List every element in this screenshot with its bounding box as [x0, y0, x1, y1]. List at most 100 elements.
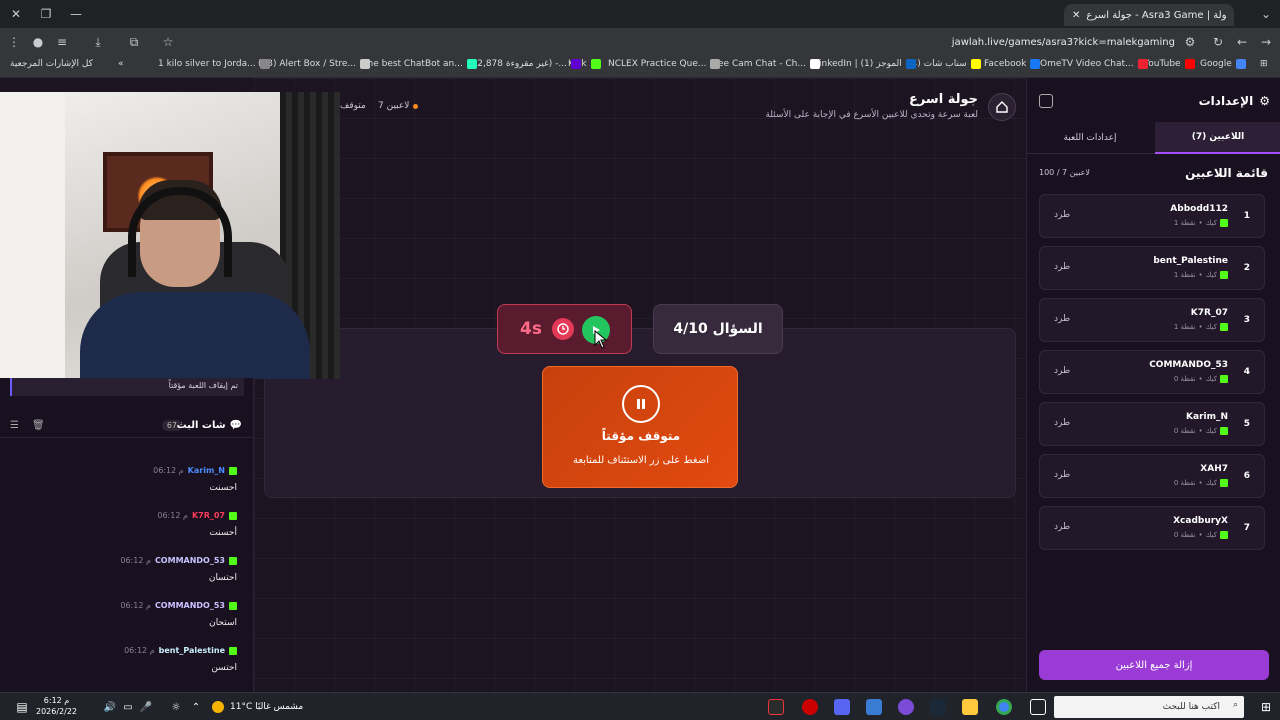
player-card: 7 XcadburyX 0 نقطة • كيك طرد	[1039, 506, 1265, 550]
menu-icon[interactable]: ⋮	[4, 32, 24, 52]
apps-icon[interactable]: ⊞	[1260, 59, 1268, 69]
chat-settings-icon[interactable]: ☰	[10, 420, 19, 431]
media-icon[interactable]: ≡	[52, 32, 72, 52]
chevron-up-icon[interactable]: ⌃	[186, 697, 206, 717]
bookmark-item[interactable]: YouTube	[1144, 59, 1195, 69]
bookmark-item[interactable]: Facebook	[984, 59, 1041, 69]
player-card: 1 Abbodd112 1 نقطة • كيك طرد	[1039, 194, 1265, 238]
bookmark-star-icon[interactable]: ☆	[158, 32, 178, 52]
forward-icon[interactable]: →	[1256, 32, 1276, 52]
bookmark-item[interactable]: Google	[1200, 59, 1246, 69]
bookmark-favicon-icon	[1235, 59, 1246, 69]
extensions-icon[interactable]: ⧉	[124, 32, 144, 52]
collapse-panel-icon[interactable]	[1039, 94, 1053, 108]
tab-search-icon[interactable]: ⌄	[1256, 4, 1276, 24]
kick-player-button[interactable]: طرد	[1054, 262, 1070, 272]
minimize-window-icon[interactable]: —	[66, 4, 86, 24]
profile-icon[interactable]: ●	[28, 32, 48, 52]
player-rank: 6	[1243, 471, 1250, 481]
kick-player-button[interactable]: طرد	[1054, 470, 1070, 480]
task-view-icon[interactable]	[1030, 699, 1046, 715]
reload-icon[interactable]: ↻	[1208, 32, 1228, 52]
player-platform: كيك	[1205, 427, 1217, 435]
chat-username[interactable]: bent_Palestine	[159, 646, 225, 655]
taskbar-clock[interactable]: 6:12 م 2026/2/22	[36, 695, 77, 717]
obs-icon[interactable]	[898, 699, 914, 715]
taskbar-search[interactable]: اكتب هنا للبحث ⌕	[1054, 696, 1244, 718]
player-card: 4 COMMANDO_53 0 نقطة • كيك طرد	[1039, 350, 1265, 394]
bookmark-favicon-icon	[710, 59, 721, 69]
bookmark-item[interactable]: (33) Alert Box / Stre...	[258, 59, 370, 69]
kick-player-button[interactable]: طرد	[1054, 366, 1070, 376]
chat-username[interactable]: Karim_N	[188, 466, 225, 475]
player-platform: كيك	[1205, 219, 1217, 227]
chat-username[interactable]: COMMANDO_53	[155, 601, 225, 610]
kick-icon	[1220, 323, 1228, 331]
bookmark-item[interactable]: (4) سناب شات	[908, 59, 981, 69]
player-meta: 0 نقطة • كيك	[1174, 427, 1228, 435]
trash-icon[interactable]: 🗑	[32, 420, 45, 431]
settings-title: الإعدادات ⚙	[1198, 94, 1270, 108]
close-window-icon[interactable]: ✕	[6, 4, 26, 24]
bookmark-item[interactable]: LinkedIn | الموجز (1)	[814, 59, 916, 69]
opera-icon[interactable]	[802, 699, 818, 715]
discord-icon[interactable]	[834, 699, 850, 715]
bookmark-item[interactable]: Free Cam Chat - Ch...	[710, 59, 820, 69]
chevron-left-icon[interactable]: «	[118, 59, 124, 69]
close-tab-icon[interactable]: ✕	[1072, 10, 1080, 21]
all-bookmarks[interactable]: كل الإشارات المرجعية	[10, 59, 93, 69]
browser-tab[interactable]: ✕ جولة اسرع - Asra3 Game | جولة	[1064, 4, 1234, 26]
settings-tabs: اللاعبين (7) إعدادات اللعبة	[1027, 122, 1280, 154]
bookmark-item[interactable]: NCLEX Practice Que...	[608, 59, 721, 69]
store-icon[interactable]	[866, 699, 882, 715]
volume-icon[interactable]: 🔊	[100, 697, 120, 717]
chat-time: 06:12 م	[120, 556, 151, 565]
home-button[interactable]	[988, 93, 1016, 121]
chat-panel: تم إيقاف اللعبة مؤقتاً ☰ 🗑 67 شات البث 💬…	[0, 378, 254, 692]
kick-player-button[interactable]: طرد	[1054, 314, 1070, 324]
bookmark-item[interactable]: 1 kilo silver to Jorda...	[158, 59, 270, 69]
player-card: 6 XAH7 0 نقطة • كيك طرد	[1039, 454, 1265, 498]
clock-icon	[552, 318, 574, 340]
player-meta: 0 نقطة • كيك	[1174, 479, 1228, 487]
network-icon[interactable]: ▭	[118, 697, 138, 717]
remove-all-players-button[interactable]: إزالة جميع اللاعبين	[1039, 650, 1269, 680]
notifications-icon[interactable]: ▤	[12, 697, 32, 717]
bookmark-item[interactable]: The best ChatBot an...	[362, 59, 477, 69]
player-card: 3 K7R_07 1 نقطة • كيك طرد	[1039, 298, 1265, 342]
chat-notice: تم إيقاف اللعبة مؤقتاً	[10, 378, 244, 396]
start-menu-icon[interactable]: ⊞	[1256, 697, 1276, 717]
back-icon[interactable]: ←	[1232, 32, 1252, 52]
settings-panel: الإعدادات ⚙ اللاعبين (7) إعدادات اللعبة …	[1026, 78, 1280, 692]
chat-username[interactable]: K7R_07	[192, 511, 225, 520]
brightness-icon[interactable]: ☼	[166, 697, 186, 717]
chrome-icon[interactable]	[996, 699, 1012, 715]
site-settings-icon[interactable]: ⚙	[1180, 32, 1200, 52]
chat-meta: 06:12 م K7R_07	[17, 511, 237, 520]
chat-meta: 06:12 م Karim_N	[17, 466, 237, 475]
tab-players[interactable]: اللاعبين (7)	[1155, 122, 1280, 154]
bookmark-item[interactable]: (22,878 غير مقروءة) -...	[468, 59, 581, 69]
chat-header: ☰ 🗑 67 شات البث 💬	[0, 414, 254, 438]
chat-message: 06:12 م K7R_07 أحسنت	[17, 511, 237, 538]
download-icon[interactable]: ⤓	[88, 32, 108, 52]
players-count: 7 لاعبين	[378, 101, 419, 111]
game-status: متوقف	[340, 101, 366, 111]
tab-game-settings[interactable]: إعدادات اللعبة	[1027, 122, 1153, 154]
bookmark-item[interactable]: OmeTV Video Chat...	[1040, 59, 1148, 69]
kick-player-button[interactable]: طرد	[1054, 210, 1070, 220]
app-icon-1[interactable]	[768, 699, 784, 715]
weather-widget[interactable]: 11°C مشمس غالبًا	[212, 701, 303, 713]
microphone-icon[interactable]: 🎤	[136, 697, 156, 717]
address-bar[interactable]: jawlah.live/games/asra3?kick=malekgaming	[180, 32, 1205, 52]
chat-meta: 06:12 م bent_Palestine	[17, 646, 237, 655]
file-explorer-icon[interactable]	[962, 699, 978, 715]
chat-username[interactable]: COMMANDO_53	[155, 556, 225, 565]
player-platform: كيك	[1205, 479, 1217, 487]
kick-player-button[interactable]: طرد	[1054, 522, 1070, 532]
player-points: 1 نقطة	[1173, 271, 1196, 279]
kick-player-button[interactable]: طرد	[1054, 418, 1070, 428]
browser-tabbar: ✕ ❐ — + ✕ جولة اسرع - Asra3 Game | جولة …	[0, 0, 1280, 28]
steam-icon[interactable]	[930, 699, 946, 715]
restore-window-icon[interactable]: ❐	[36, 4, 56, 24]
